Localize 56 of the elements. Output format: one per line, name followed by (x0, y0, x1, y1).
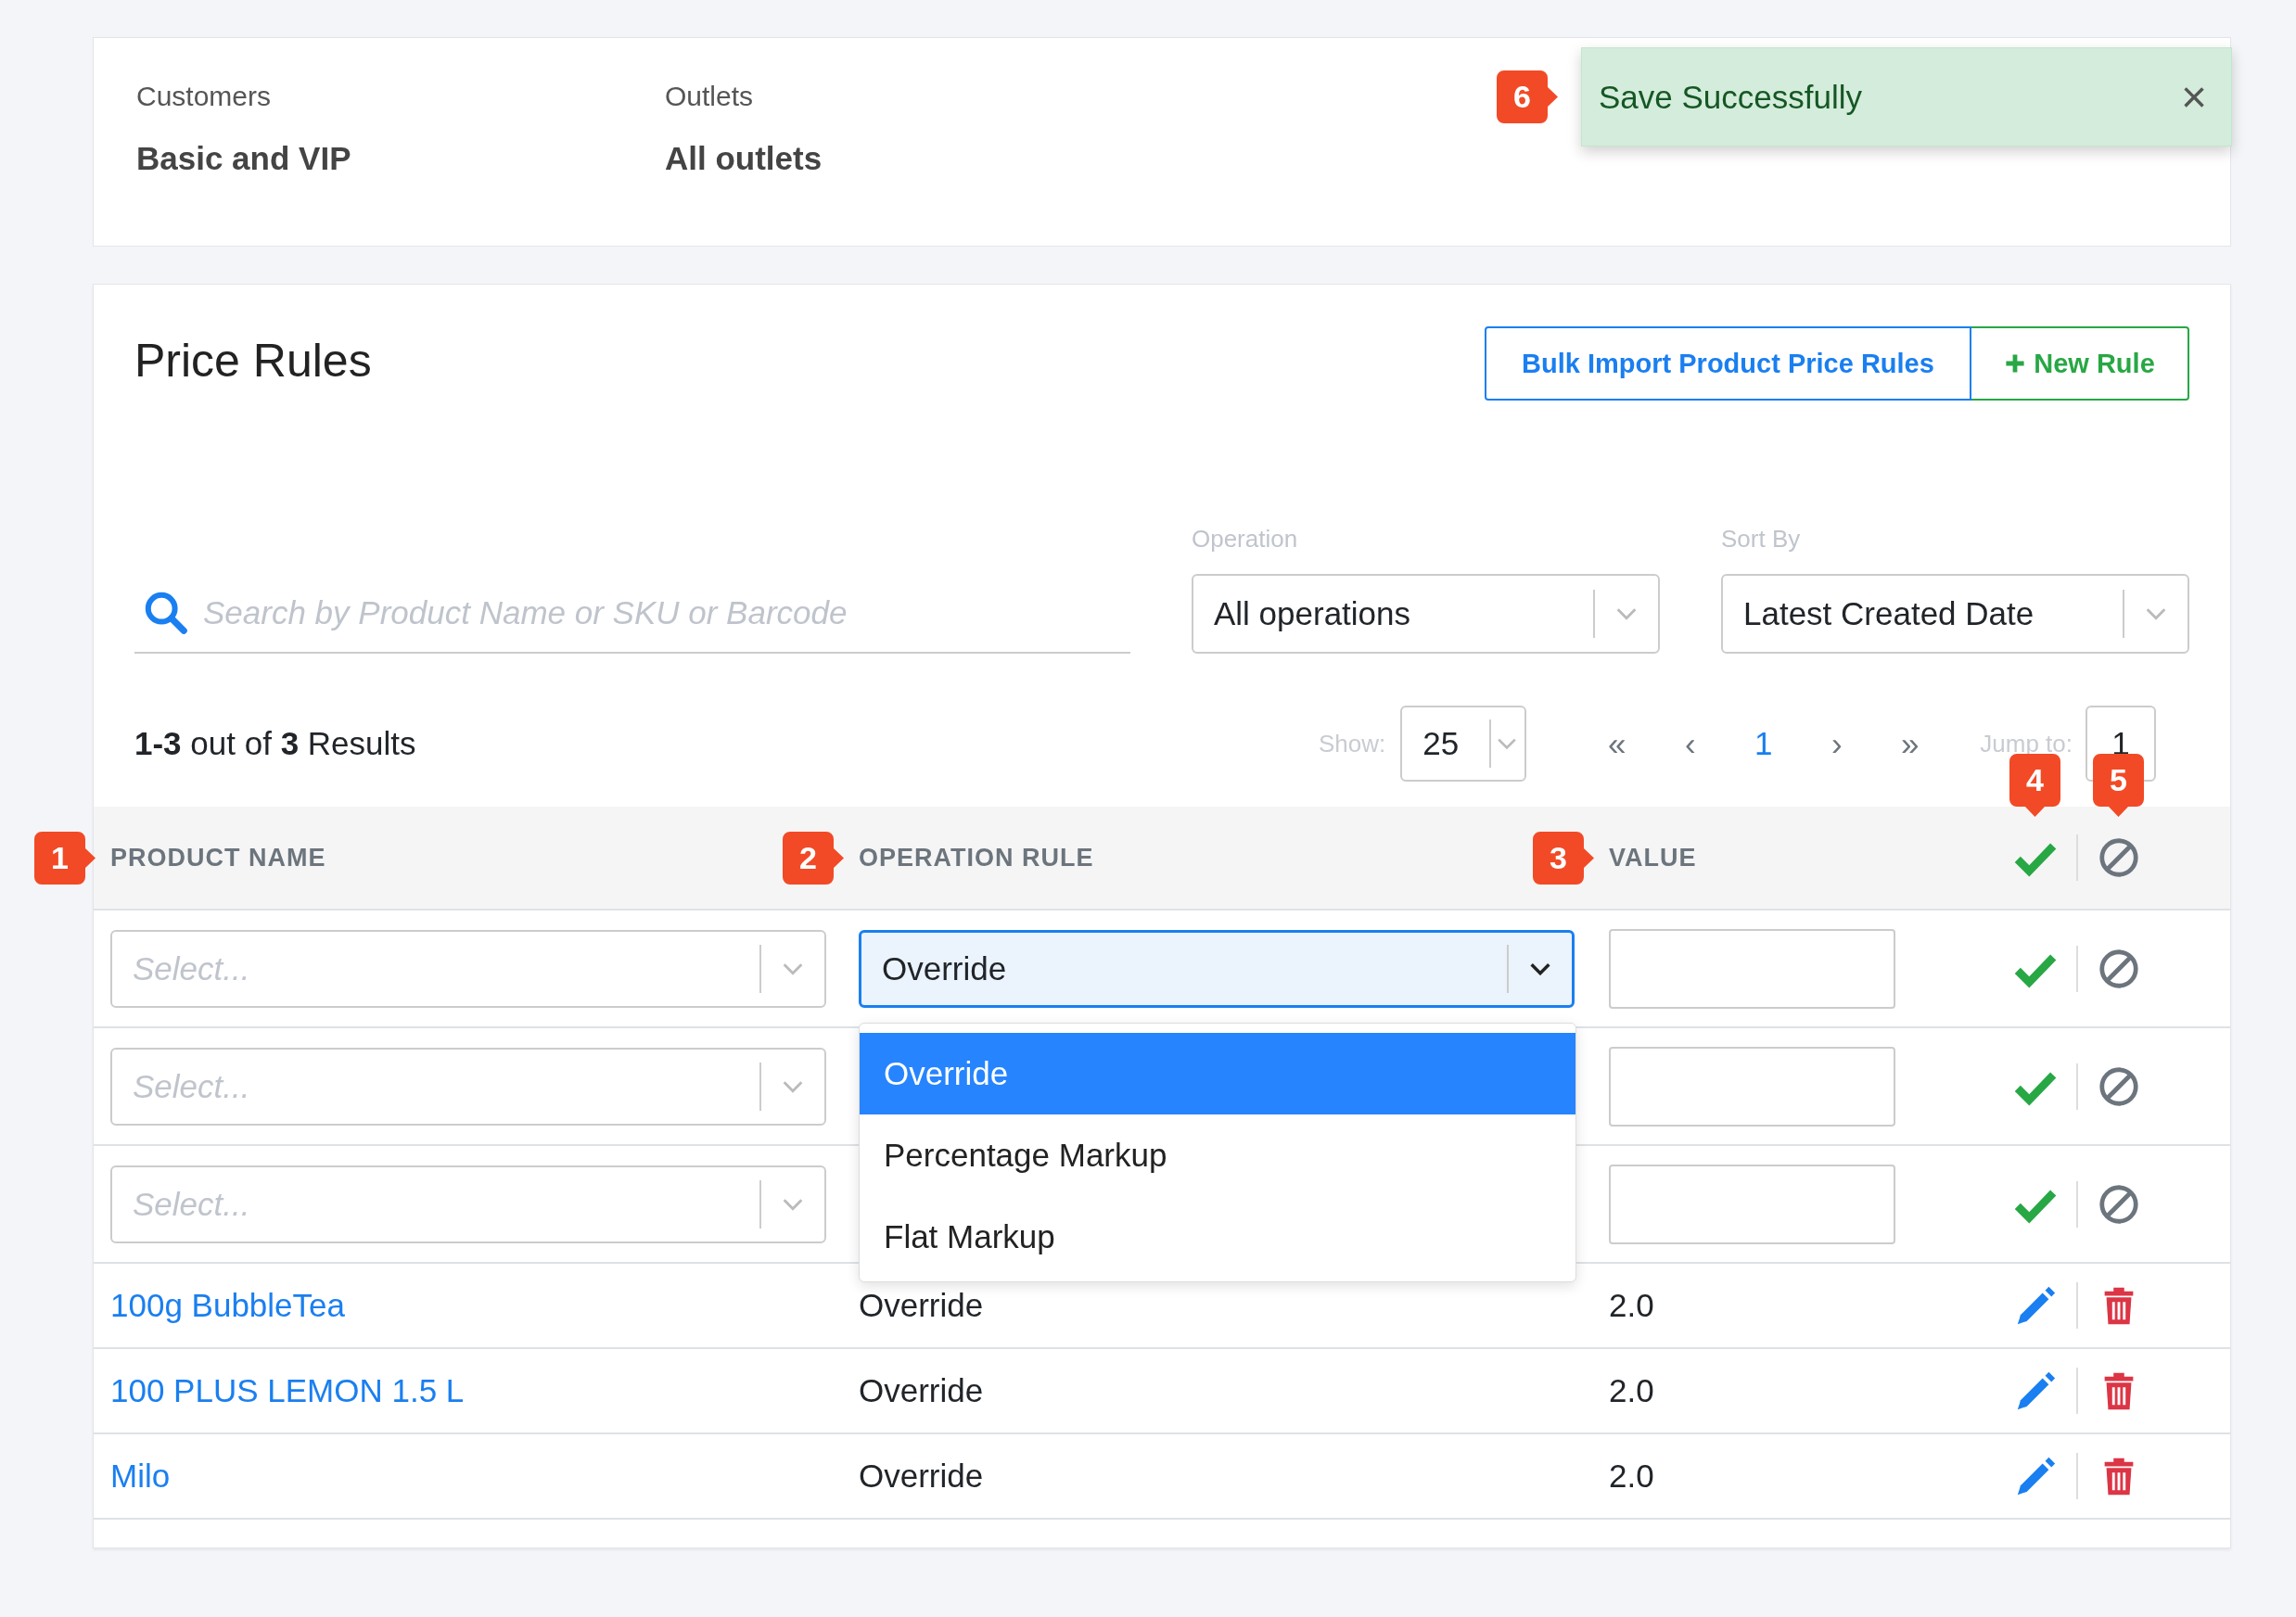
table-cell: Override (859, 1287, 984, 1324)
callout-badge: 6 (1497, 70, 1558, 123)
filter-select[interactable]: Latest Created Date (1721, 574, 2189, 654)
results-count: 1-3 out of 3 Results (134, 725, 416, 762)
dropdown-option[interactable]: Percentage Markup (860, 1114, 1575, 1196)
chevron-icon (782, 961, 804, 975)
chevron-icon (1529, 961, 1551, 975)
value-field[interactable] (1609, 1046, 1895, 1127)
cancel-icon[interactable] (2097, 835, 2141, 880)
value-field[interactable] (1609, 928, 1895, 1009)
table-cell: 2.0 (1609, 1372, 1654, 1409)
summary-label: Customers (136, 81, 273, 112)
operation-select[interactable]: Override (859, 929, 1575, 1008)
callout-badge: 3 (1533, 832, 1594, 885)
callout-badge: 4 (2009, 754, 2060, 817)
chevron-icon (782, 1079, 804, 1093)
value-field[interactable] (1609, 1164, 1895, 1244)
summary-value: All outlets (665, 140, 823, 177)
toast-message: Save Successfully (1599, 78, 1864, 116)
page-size-select[interactable]: 25 (1400, 706, 1527, 782)
callout-badge: 2 (783, 832, 844, 885)
page-link[interactable]: 1 (1727, 725, 1801, 762)
filter-label: Sort By (1721, 525, 1802, 554)
filter-select[interactable]: All operations (1191, 574, 1660, 654)
summary-value: Basic and VIP (136, 140, 352, 177)
dropdown-option[interactable]: Flat Markup (860, 1195, 1575, 1278)
previous-page-link[interactable]: ‹ (1653, 725, 1728, 762)
last-page-link[interactable]: » (1873, 725, 1947, 762)
first-page-link[interactable]: « (1580, 725, 1654, 762)
dropdown-option[interactable]: Override (860, 1032, 1575, 1114)
column-header: VALUE (1609, 843, 1697, 872)
close-button[interactable]: × (2175, 74, 2213, 120)
filter-label: Operation (1191, 525, 1299, 554)
product-link[interactable]: 100g BubbleTea (110, 1287, 345, 1324)
table-cell: Override (859, 1458, 984, 1495)
chevron-icon (1615, 607, 1638, 620)
plus-icon (2004, 352, 2027, 375)
product-link[interactable]: 100 PLUS LEMON 1.5 L (110, 1372, 465, 1409)
table-cell: 2.0 (1609, 1287, 1654, 1324)
product-link[interactable]: Milo (110, 1458, 171, 1495)
action-button[interactable]: Bulk Import Product Price Rules (1485, 326, 1971, 401)
chevron-icon (782, 1197, 804, 1211)
search-field[interactable]: Search by Product Name or SKU or Barcode (201, 593, 1130, 632)
action-button[interactable]: New Rule (1971, 326, 2189, 401)
next-page-link[interactable]: › (1800, 725, 1874, 762)
table-cell: 2.0 (1609, 1458, 1654, 1495)
search-icon (144, 591, 188, 635)
column-header: OPERATION RULE (859, 843, 1094, 872)
summary-label: Outlets (665, 81, 755, 112)
page-title: Price Rules (134, 334, 372, 388)
callout-badge: 1 (34, 832, 96, 885)
table-cell: Override (859, 1372, 984, 1409)
chevron-icon (2145, 607, 2167, 620)
chevron-icon (1497, 737, 1518, 750)
callout-badge: 5 (2093, 754, 2144, 817)
column-header: PRODUCT NAME (110, 843, 326, 872)
